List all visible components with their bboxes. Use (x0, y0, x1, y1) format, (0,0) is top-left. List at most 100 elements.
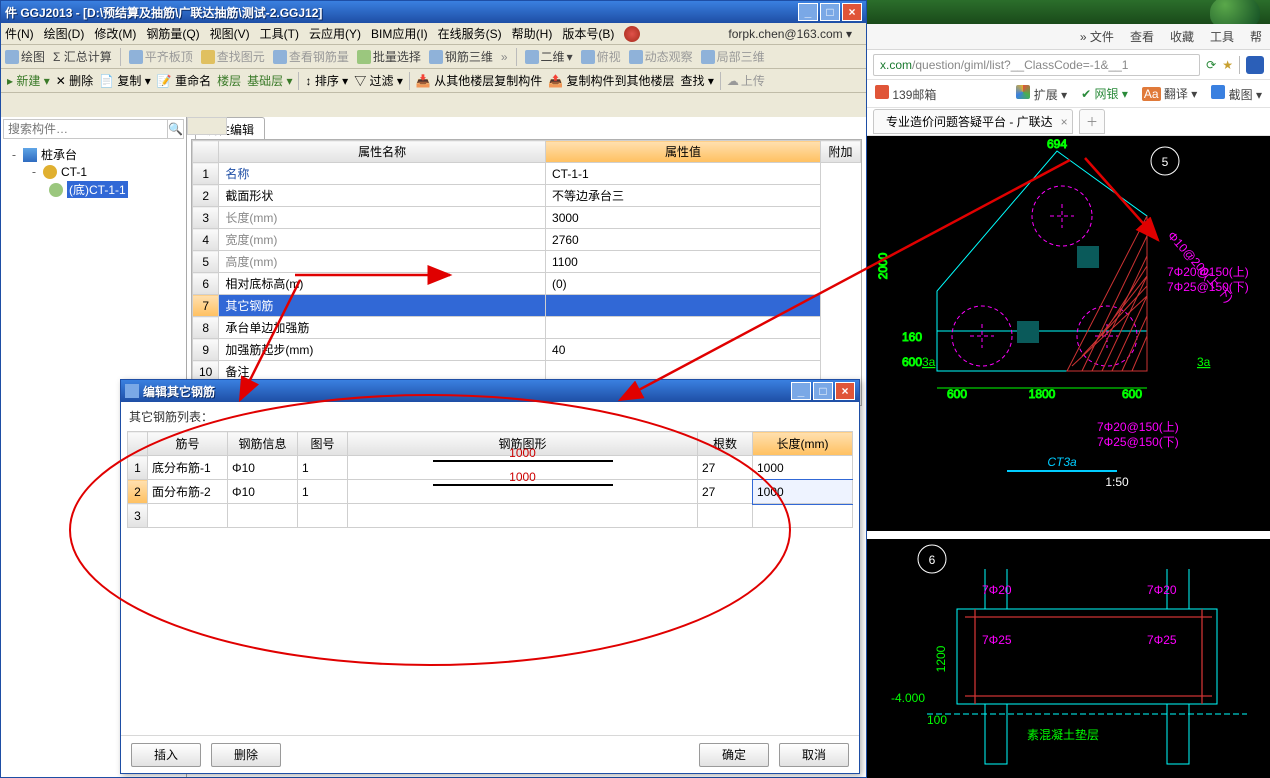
menu-view[interactable]: 视图(V) (210, 25, 250, 42)
tb-find-elem[interactable]: 查找图元 (201, 48, 265, 65)
tb-rebar3d[interactable]: 钢筋三维 (429, 48, 493, 65)
rebar-row[interactable]: 1底分布筋-1Φ1011000271000 (128, 456, 853, 480)
svg-text:600: 600 (947, 387, 967, 401)
minimize-button[interactable]: _ (798, 3, 818, 21)
tb-flat[interactable]: 平齐板顶 (129, 48, 193, 65)
svg-text:600: 600 (902, 355, 922, 369)
fav-ext[interactable]: 扩展 ▾ (1016, 85, 1067, 103)
menu-tools[interactable]: 工具(T) (260, 25, 299, 42)
search-icon[interactable]: 🔍 (167, 120, 183, 138)
star-icon[interactable]: ★ (1222, 58, 1233, 72)
dialog-close-button[interactable]: × (835, 382, 855, 400)
svg-text:694: 694 (1047, 137, 1067, 151)
tb-draw[interactable]: 绘图 (5, 48, 45, 65)
account-email[interactable]: forpk.chen@163.com ▾ (728, 27, 852, 41)
tb-local3d[interactable]: 局部三维 (701, 48, 765, 65)
tree-group[interactable]: -CT-1 (3, 164, 184, 180)
tb-top[interactable]: 俯视 (581, 48, 621, 65)
prop-row[interactable]: 7其它钢筋 (193, 295, 861, 317)
tb-orbit[interactable]: 动态观察 (629, 48, 693, 65)
prop-row[interactable]: 1名称CT-1-1 (193, 163, 861, 185)
svg-text:1800: 1800 (1029, 387, 1056, 401)
dialog-max-button[interactable]: □ (813, 382, 833, 400)
menu-version[interactable]: 版本号(B) (562, 25, 614, 42)
sort-button[interactable]: ↕ 排序 ▾ (305, 72, 348, 89)
filter-button[interactable]: ▽ 过滤 ▾ (354, 72, 403, 89)
prop-row[interactable]: 9加强筋起步(mm)40 (193, 339, 861, 361)
address-bar[interactable]: x.com/question/giml/list?__ClassCode=-1&… (873, 54, 1200, 76)
search-input[interactable] (4, 120, 167, 138)
floor-label[interactable]: 楼层 (217, 72, 241, 89)
dialog-min-button[interactable]: _ (791, 382, 811, 400)
svg-text:2000: 2000 (876, 252, 890, 279)
prop-row[interactable]: 3长度(mm)3000 (193, 207, 861, 229)
menu-bim[interactable]: BIM应用(I) (371, 25, 428, 42)
bmenu-tool[interactable]: 工具 (1210, 28, 1234, 45)
basefloor-combo[interactable]: 基础层 ▾ (247, 72, 292, 89)
fav-shot[interactable]: 截图 ▾ (1211, 85, 1262, 103)
other-rebar-dialog: 编辑其它钢筋 _ □ × 其它钢筋列表： 筋号 钢筋信息 图号 钢筋图形 根数 … (120, 379, 860, 774)
copyfrom-button[interactable]: 📥 从其他楼层复制构件 (416, 72, 542, 89)
menu-online[interactable]: 在线服务(S) (438, 25, 502, 42)
menu-file[interactable]: 件(N) (5, 25, 34, 42)
cancel-button[interactable]: 取消 (779, 743, 849, 767)
close-button[interactable]: × (842, 3, 862, 21)
bmenu-file[interactable]: » 文件 (1080, 28, 1114, 45)
bmenu-help[interactable]: 帮 (1250, 28, 1262, 45)
find-button[interactable]: 查找 ▾ (681, 72, 714, 89)
prop-row[interactable]: 5高度(mm)1100 (193, 251, 861, 273)
tomato-icon[interactable] (624, 26, 640, 42)
maximize-button[interactable]: □ (820, 3, 840, 21)
menu-modify[interactable]: 修改(M) (94, 25, 136, 42)
menu-help[interactable]: 帮助(H) (512, 25, 553, 42)
insert-button[interactable]: 插入 (131, 743, 201, 767)
ok-button[interactable]: 确定 (699, 743, 769, 767)
paw-icon[interactable] (1246, 56, 1264, 74)
upload-button[interactable]: ☁ 上传 (727, 72, 765, 89)
prop-row[interactable]: 2截面形状不等边承台三 (193, 185, 861, 207)
prop-header-row: 属性名称 属性值 附加 (193, 141, 861, 163)
favorites-bar: 139邮箱 扩展 ▾ ✔ 网银 ▾ Aa 翻译 ▾ 截图 ▾ (867, 80, 1270, 108)
dialog-title: 编辑其它钢筋 (143, 383, 789, 400)
copy-button[interactable]: 📄 复制 ▾ (99, 72, 151, 89)
rename-button[interactable]: 📝 重命名 (157, 72, 211, 89)
browser-menu: » 文件 查看 收藏 工具 帮 (867, 24, 1270, 50)
bmenu-view[interactable]: 查看 (1130, 28, 1154, 45)
browser-window: » 文件 查看 收藏 工具 帮 x.com/question/giml/list… (867, 0, 1270, 778)
dialog-title-bar: 编辑其它钢筋 _ □ × (121, 380, 859, 402)
fav-bank[interactable]: ✔ 网银 ▾ (1081, 85, 1128, 102)
prop-row[interactable]: 4宽度(mm)2760 (193, 229, 861, 251)
prop-row[interactable]: 6相对底标高(m)(0) (193, 273, 861, 295)
new-button[interactable]: ▸ 新建 ▾ (7, 72, 50, 89)
del-button[interactable]: ✕ 删除 (56, 72, 93, 89)
menu-draw[interactable]: 绘图(D) (44, 25, 85, 42)
delete-button[interactable]: 删除 (211, 743, 281, 767)
tb-2d[interactable]: 二维▾ (525, 48, 573, 65)
tb-sum[interactable]: Σ 汇总计算 (53, 48, 112, 65)
address-bar-row: x.com/question/giml/list?__ClassCode=-1&… (867, 50, 1270, 80)
menu-rebar[interactable]: 钢筋量(Q) (146, 25, 199, 42)
svg-text:素混凝土垫层: 素混凝土垫层 (1027, 727, 1099, 742)
fav-trans[interactable]: Aa 翻译 ▾ (1142, 85, 1197, 102)
tb-view-qty[interactable]: 查看钢筋量 (273, 48, 349, 65)
refresh-icon[interactable]: ⟳ (1206, 58, 1216, 72)
tree-root[interactable]: -桩承台 (3, 145, 184, 164)
toolbar-row-2: ▸ 新建 ▾ ✕ 删除 📄 复制 ▾ 📝 重命名 楼层 基础层 ▾ ↕ 排序 ▾… (1, 69, 866, 93)
tb-batch[interactable]: 批量选择 (357, 48, 421, 65)
svg-text:7Φ20@150(上): 7Φ20@150(上) (1097, 420, 1179, 434)
tab-header: 属性编辑 (187, 117, 866, 139)
cad-viewport[interactable]: 694 2000 160 600 600 1800 600 Φ10@200(上.… (867, 136, 1270, 778)
fav-mail[interactable]: 139邮箱 (875, 85, 936, 103)
rebar-row-empty[interactable]: 3 (128, 504, 853, 528)
copyto-button[interactable]: 📤 复制构件到其他楼层 (548, 72, 674, 89)
tree-leaf-selected[interactable]: (底)CT-1-1 (3, 180, 184, 199)
prop-row[interactable]: 8承台单边加强筋 (193, 317, 861, 339)
tab-close-icon[interactable]: × (1061, 115, 1068, 129)
menu-cloud[interactable]: 云应用(Y) (309, 25, 361, 42)
new-tab-button[interactable]: ＋ (1079, 109, 1105, 134)
window-title: 件 GGJ2013 - [D:\预结算及抽筋\广联达抽筋\测试-2.GGJ12] (5, 4, 796, 21)
svg-text:7Φ25@150(下): 7Φ25@150(下) (1097, 435, 1179, 449)
rebar-row[interactable]: 2面分布筋-2Φ1011000271000 (128, 480, 853, 504)
bmenu-fav[interactable]: 收藏 (1170, 28, 1194, 45)
browser-tab-active[interactable]: 专业造价问题答疑平台 - 广联达 × (873, 109, 1073, 134)
